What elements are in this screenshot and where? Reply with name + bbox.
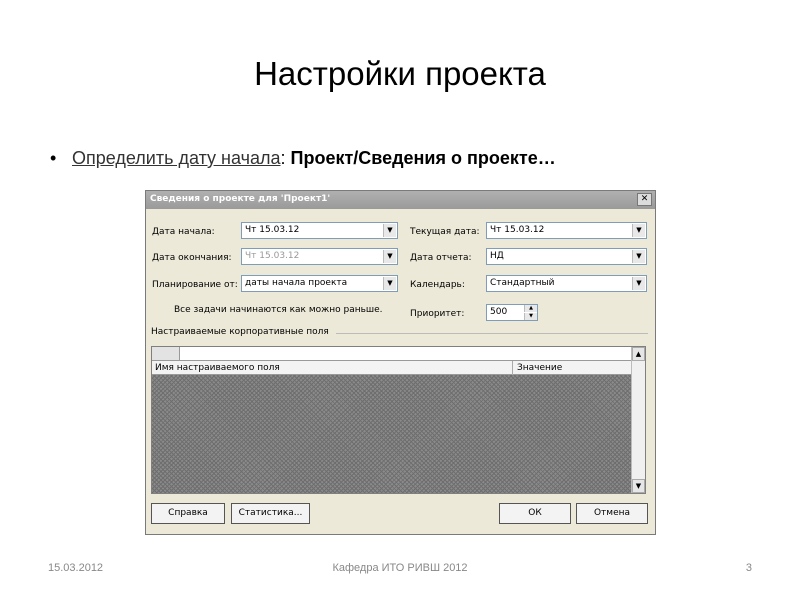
calendar-label: Календарь:	[410, 280, 465, 290]
bullet-marker: •	[50, 148, 57, 168]
ok-button[interactable]: ОК	[499, 503, 571, 524]
status-date-label: Дата отчета:	[410, 253, 472, 263]
slide-title: Настройки проекта	[254, 55, 546, 92]
finish-date-value: Чт 15.03.12	[245, 251, 300, 261]
bullet-menu-path: Проект/Сведения о проекте…	[290, 148, 556, 168]
custom-fields-label: Настраиваемые корпоративные поля	[151, 327, 329, 337]
finish-date-label: Дата окончания:	[152, 253, 232, 263]
schedule-from-value: даты начала проекта	[245, 278, 348, 288]
grid-header: Имя настраиваемого поля Значение	[152, 361, 632, 375]
spin-up-icon[interactable]: ▲	[524, 305, 537, 312]
status-date-value: НД	[490, 251, 504, 261]
schedule-from-combo[interactable]: даты начала проекта ▼	[241, 275, 398, 292]
chevron-down-icon[interactable]: ▼	[632, 250, 645, 263]
schedule-from-label: Планирование от:	[152, 280, 238, 290]
chevron-down-icon[interactable]: ▼	[383, 224, 396, 237]
spin-down-icon[interactable]: ▼	[524, 313, 537, 320]
grid-scrollbar[interactable]: ▲ ▼	[631, 347, 645, 493]
page-number: 3	[745, 562, 752, 574]
chevron-down-icon[interactable]: ▼	[632, 224, 645, 237]
current-date-value: Чт 15.03.12	[490, 225, 545, 235]
help-button[interactable]: Справка	[151, 503, 225, 524]
group-divider	[336, 333, 648, 334]
priority-label: Приоритет:	[410, 309, 465, 319]
cancel-button[interactable]: Отмена	[576, 503, 648, 524]
bullet-link[interactable]: Определить дату начала	[72, 148, 281, 168]
column-header-name[interactable]: Имя настраиваемого поля	[155, 363, 280, 373]
dialog-titlebar[interactable]: Сведения о проекте для 'Проект1' ✕	[146, 191, 655, 209]
bullet-separator: :	[280, 148, 291, 168]
status-date-combo[interactable]: НД ▼	[486, 248, 647, 265]
priority-stepper[interactable]: 500 ▲ ▼	[486, 304, 538, 321]
scroll-down-icon[interactable]: ▼	[632, 479, 645, 493]
current-date-label: Текущая дата:	[410, 227, 480, 237]
grid-corner-cell	[152, 347, 180, 360]
close-icon: ✕	[640, 194, 649, 204]
finish-date-combo: Чт 15.03.12 ▼	[241, 248, 398, 265]
statistics-button[interactable]: Статистика...	[231, 503, 310, 524]
chevron-down-icon[interactable]: ▼	[632, 277, 645, 290]
chevron-down-icon[interactable]: ▼	[383, 277, 396, 290]
scroll-up-icon[interactable]: ▲	[632, 347, 645, 361]
column-separator	[512, 361, 513, 375]
start-date-label: Дата начала:	[152, 227, 215, 237]
chevron-down-icon: ▼	[383, 250, 396, 263]
start-date-combo[interactable]: Чт 15.03.12 ▼	[241, 222, 398, 239]
info-text: Все задачи начинаются как можно раньше.	[174, 305, 383, 315]
priority-value: 500	[490, 307, 508, 317]
project-info-dialog: Сведения о проекте для 'Проект1' ✕ Дата …	[145, 190, 656, 535]
current-date-combo[interactable]: Чт 15.03.12 ▼	[486, 222, 647, 239]
dialog-title: Сведения о проекте для 'Проект1'	[150, 194, 331, 204]
close-button[interactable]: ✕	[637, 193, 652, 206]
calendar-combo[interactable]: Стандартный ▼	[486, 275, 647, 292]
custom-fields-grid[interactable]: Имя настраиваемого поля Значение ▲ ▼	[151, 346, 646, 494]
grid-edit-row[interactable]	[152, 347, 632, 361]
column-header-value[interactable]: Значение	[517, 363, 562, 373]
bullet-item: • Определить дату начала: Проект/Сведения…	[50, 148, 556, 169]
start-date-value: Чт 15.03.12	[245, 225, 300, 235]
calendar-value: Стандартный	[490, 278, 555, 288]
footer-center: Кафедра ИТО РИВШ 2012	[332, 562, 468, 574]
